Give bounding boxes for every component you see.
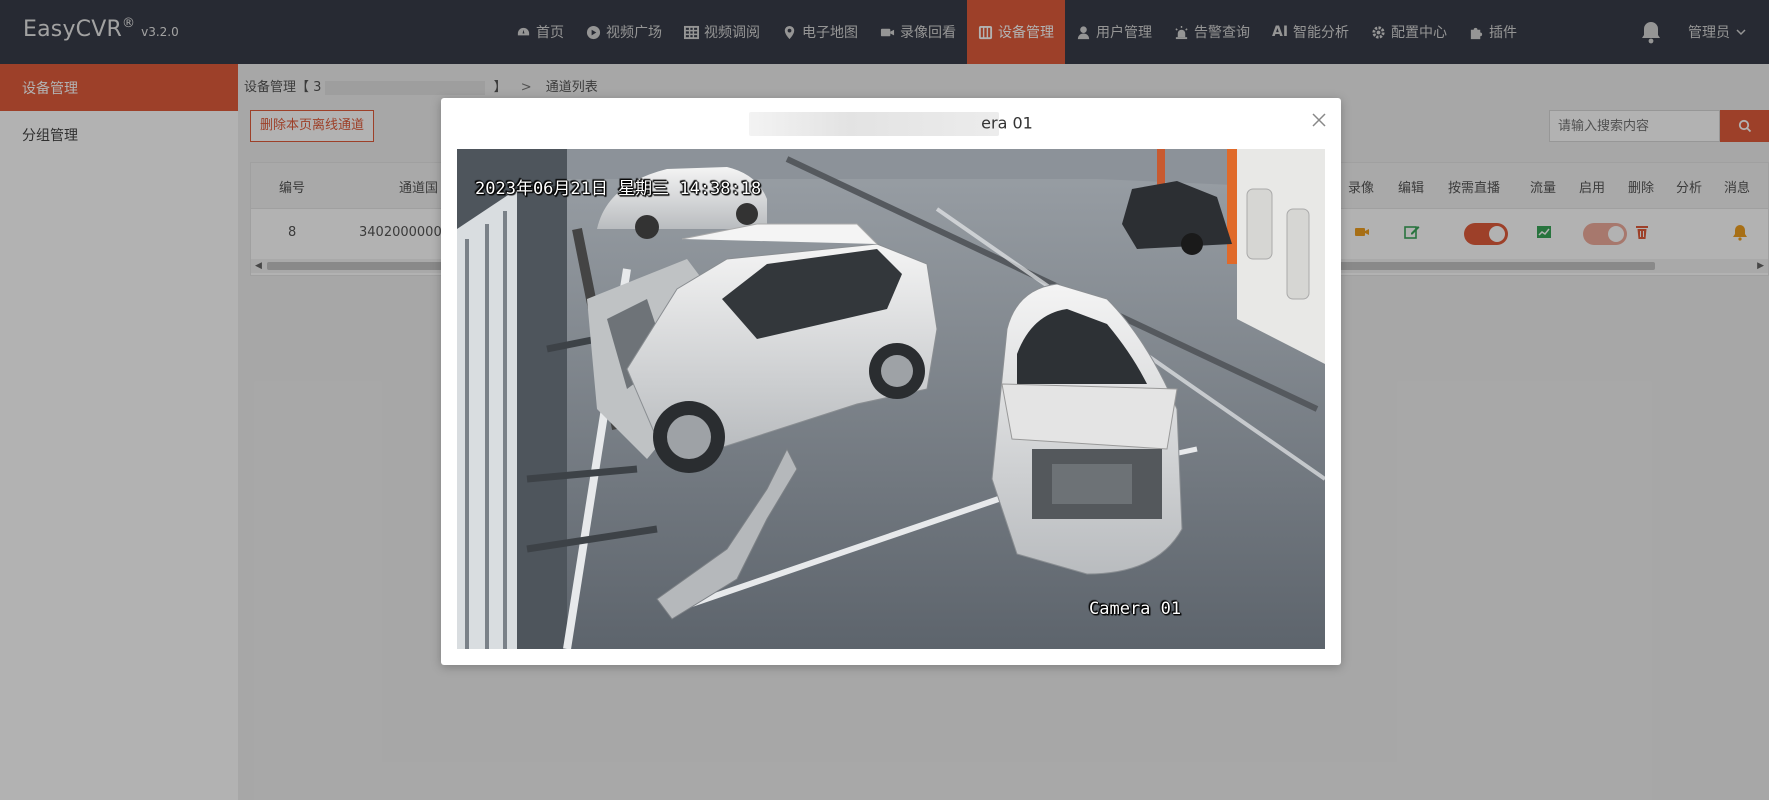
camera-feed-image: 2023年06月21日 星期三 14:38:18 Camera 01 bbox=[457, 149, 1325, 649]
modal-title: era 01 bbox=[441, 112, 1341, 136]
video-camera-label: Camera 01 bbox=[1089, 599, 1181, 619]
modal-title-text: era 01 bbox=[981, 113, 1033, 133]
close-icon[interactable] bbox=[1311, 112, 1327, 128]
video-timestamp: 2023年06月21日 星期三 14:38:18 bbox=[475, 179, 761, 199]
video-player[interactable]: 2023年06月21日 星期三 14:38:18 Camera 01 bbox=[457, 149, 1325, 649]
video-preview-modal: era 01 2023年06月21日 星期三 14:38:18 Camera 0… bbox=[441, 98, 1341, 665]
redacted-block bbox=[749, 112, 1000, 136]
